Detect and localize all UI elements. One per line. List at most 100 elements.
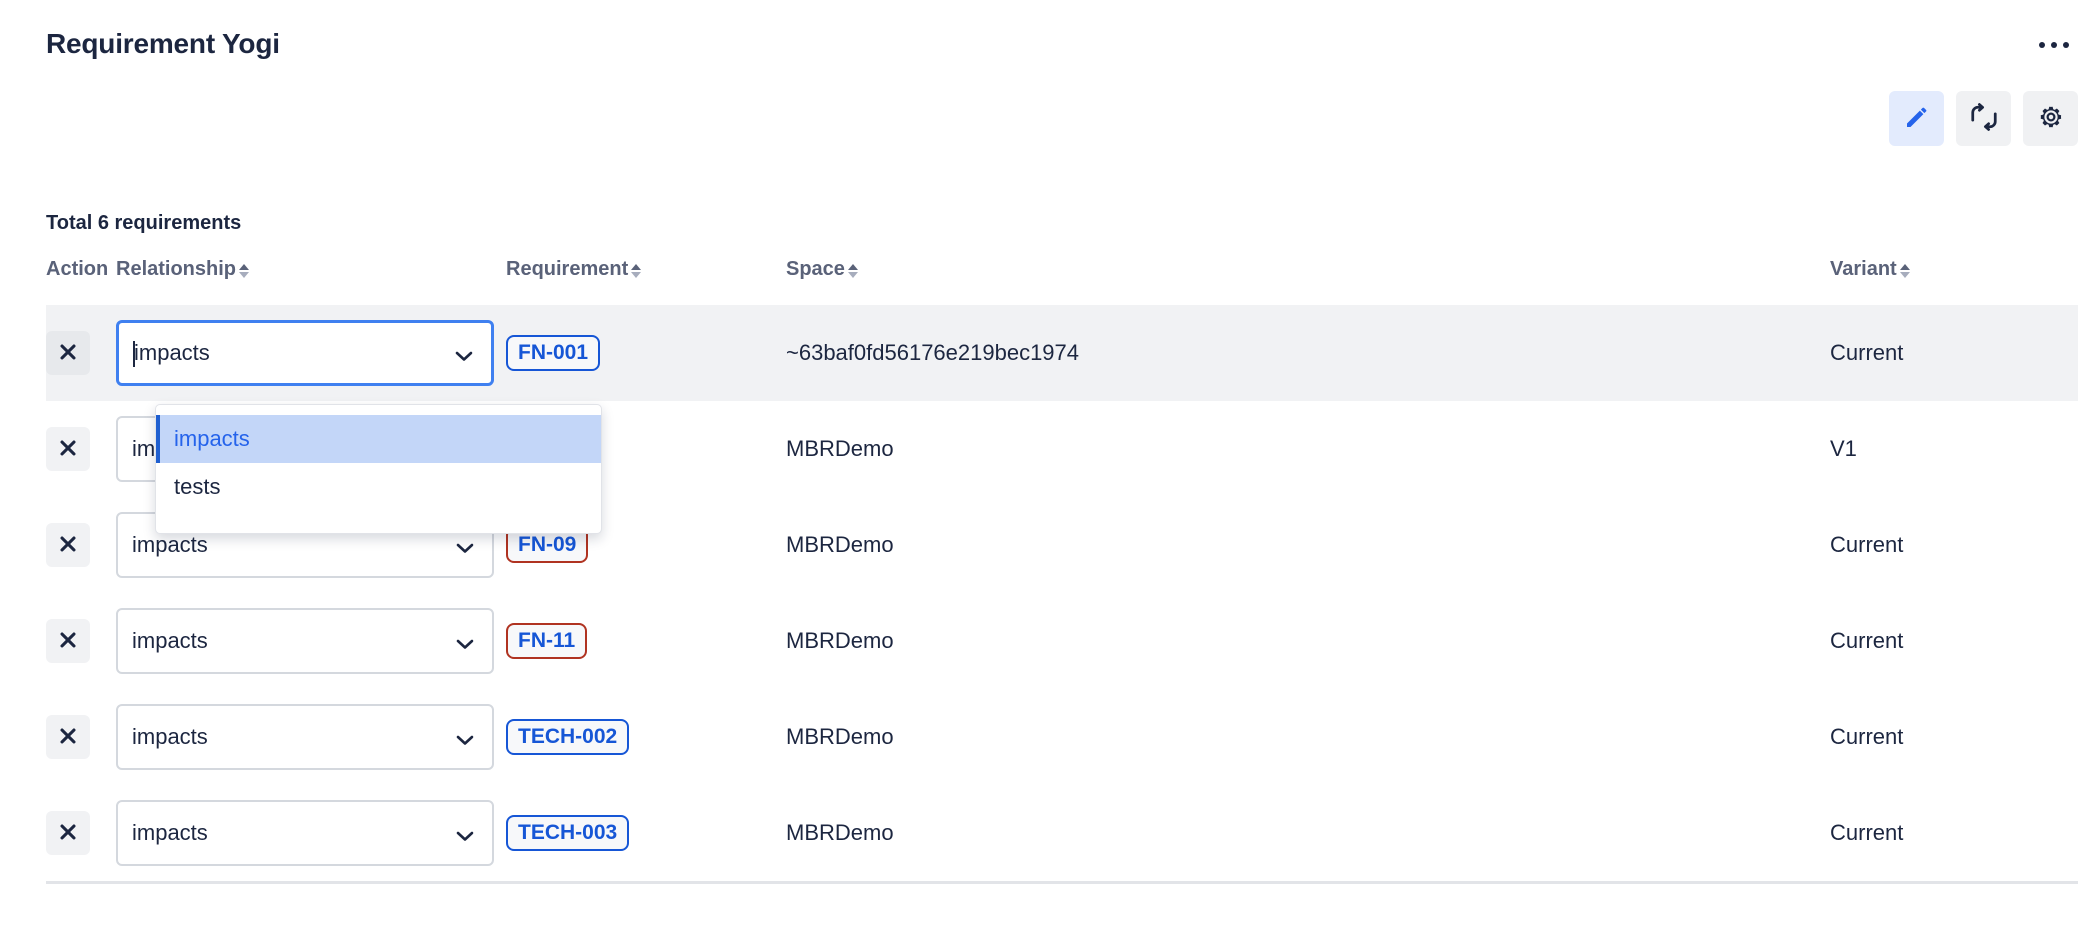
cell-action — [46, 619, 116, 663]
sort-icon[interactable] — [631, 264, 641, 278]
column-header-space[interactable]: Space — [786, 258, 858, 281]
total-requirements-label: Total 6 requirements — [46, 212, 241, 235]
relationship-select-value: impacts — [132, 726, 208, 748]
text-cursor — [133, 341, 135, 367]
kebab-dot — [2039, 42, 2045, 48]
table-row: impacts TECH-003 MBRDemo Current — [46, 785, 2078, 881]
cell-action — [46, 331, 116, 375]
cell-space: MBRDemo — [786, 628, 1786, 654]
cell-space: MBRDemo — [786, 532, 1786, 558]
table-body: impacts FN-001 ~63baf0fd56176e219bec1974 Cu… — [46, 305, 2078, 881]
pencil-icon — [1902, 102, 1932, 135]
relationship-select[interactable]: impacts — [116, 320, 494, 386]
more-options-icon[interactable] — [2030, 30, 2078, 60]
cell-space: ~63baf0fd56176e219bec1974 — [786, 340, 1786, 366]
kebab-dot — [2051, 42, 2057, 48]
table-bottom-divider — [46, 881, 2078, 884]
sort-icon[interactable] — [1900, 264, 1910, 278]
edit-button[interactable] — [1889, 91, 1944, 146]
refresh-button[interactable] — [1956, 91, 2011, 146]
kebab-dot — [2063, 42, 2069, 48]
cell-relationship: impacts — [116, 320, 506, 386]
variant-value: V1 — [1830, 436, 1857, 462]
chevron-down-icon[interactable] — [455, 349, 469, 363]
cell-relationship: impacts — [116, 704, 506, 770]
chevron-down-icon[interactable] — [456, 829, 470, 843]
dropdown-option[interactable]: impacts — [156, 415, 601, 463]
requirement-badge[interactable]: FN-11 — [506, 623, 587, 660]
relationship-dropdown-menu[interactable]: impactstests — [155, 404, 602, 534]
cell-space: MBRDemo — [786, 436, 1786, 462]
space-value: MBRDemo — [786, 724, 894, 750]
column-header-action: Action — [46, 258, 108, 281]
requirement-badge[interactable]: FN-001 — [506, 335, 600, 372]
cell-action — [46, 523, 116, 567]
cell-action — [46, 715, 116, 759]
relationship-select-value: impacts — [134, 342, 210, 364]
cell-relationship: impacts — [116, 800, 506, 866]
requirement-yogi-panel: Requirement Yogi — [0, 0, 2100, 940]
cell-space: MBRDemo — [786, 820, 1786, 846]
page-title: Requirement Yogi — [46, 28, 280, 60]
column-header-requirement[interactable]: Requirement — [506, 258, 641, 281]
cell-requirement: TECH-002 — [506, 719, 786, 756]
remove-row-button[interactable] — [46, 523, 90, 567]
requirement-badge[interactable]: TECH-003 — [506, 815, 629, 852]
close-icon — [57, 821, 79, 846]
settings-button[interactable] — [2023, 91, 2078, 146]
remove-row-button[interactable] — [46, 811, 90, 855]
sort-icon[interactable] — [848, 264, 858, 278]
cell-variant: Current — [1830, 820, 2078, 846]
chevron-down-icon[interactable] — [456, 541, 470, 555]
cell-requirement: TECH-003 — [506, 815, 786, 852]
requirements-table: Action Relationship Requirement Space Va… — [46, 258, 2078, 881]
cell-variant: Current — [1830, 340, 2078, 366]
cell-variant: Current — [1830, 628, 2078, 654]
table-row: impacts TECH-002 MBRDemo Current — [46, 689, 2078, 785]
relationship-select-value: impacts — [132, 822, 208, 844]
cell-requirement: FN-001 — [506, 335, 786, 372]
toolbar — [1889, 91, 2078, 146]
refresh-icon — [1969, 102, 1999, 135]
cell-relationship: impacts — [116, 608, 506, 674]
cell-action — [46, 811, 116, 855]
relationship-select[interactable]: impacts — [116, 608, 494, 674]
remove-row-button[interactable] — [46, 331, 90, 375]
chevron-down-icon[interactable] — [456, 733, 470, 747]
table-row: impacts FN-001 ~63baf0fd56176e219bec1974 Cu… — [46, 305, 2078, 401]
cell-variant: V1 — [1830, 436, 2078, 462]
sort-icon[interactable] — [239, 264, 249, 278]
space-value: MBRDemo — [786, 628, 894, 654]
relationship-select-value: impacts — [132, 630, 208, 652]
column-header-relationship[interactable]: Relationship — [116, 258, 249, 281]
variant-value: Current — [1830, 532, 1903, 558]
remove-row-button[interactable] — [46, 427, 90, 471]
close-icon — [57, 629, 79, 654]
remove-row-button[interactable] — [46, 619, 90, 663]
variant-value: Current — [1830, 628, 1903, 654]
remove-row-button[interactable] — [46, 715, 90, 759]
dropdown-option[interactable]: tests — [156, 463, 601, 511]
table-header-row: Action Relationship Requirement Space Va… — [46, 258, 2078, 305]
cell-variant: Current — [1830, 532, 2078, 558]
cell-space: MBRDemo — [786, 724, 1786, 750]
relationship-select[interactable]: impacts — [116, 704, 494, 770]
close-icon — [57, 437, 79, 462]
table-row: impacts FN-11 MBRDemo Current — [46, 593, 2078, 689]
cell-action — [46, 427, 116, 471]
variant-value: Current — [1830, 340, 1903, 366]
variant-value: Current — [1830, 724, 1903, 750]
space-value: MBRDemo — [786, 820, 894, 846]
space-value: ~63baf0fd56176e219bec1974 — [786, 340, 1079, 366]
relationship-select-value: impacts — [132, 534, 208, 556]
cell-requirement: FN-11 — [506, 623, 786, 660]
close-icon — [57, 341, 79, 366]
gear-icon — [2036, 102, 2066, 135]
chevron-down-icon[interactable] — [456, 637, 470, 651]
close-icon — [57, 533, 79, 558]
column-header-variant[interactable]: Variant — [1830, 258, 1910, 281]
space-value: MBRDemo — [786, 436, 894, 462]
cell-variant: Current — [1830, 724, 2078, 750]
relationship-select[interactable]: impacts — [116, 800, 494, 866]
requirement-badge[interactable]: TECH-002 — [506, 719, 629, 756]
